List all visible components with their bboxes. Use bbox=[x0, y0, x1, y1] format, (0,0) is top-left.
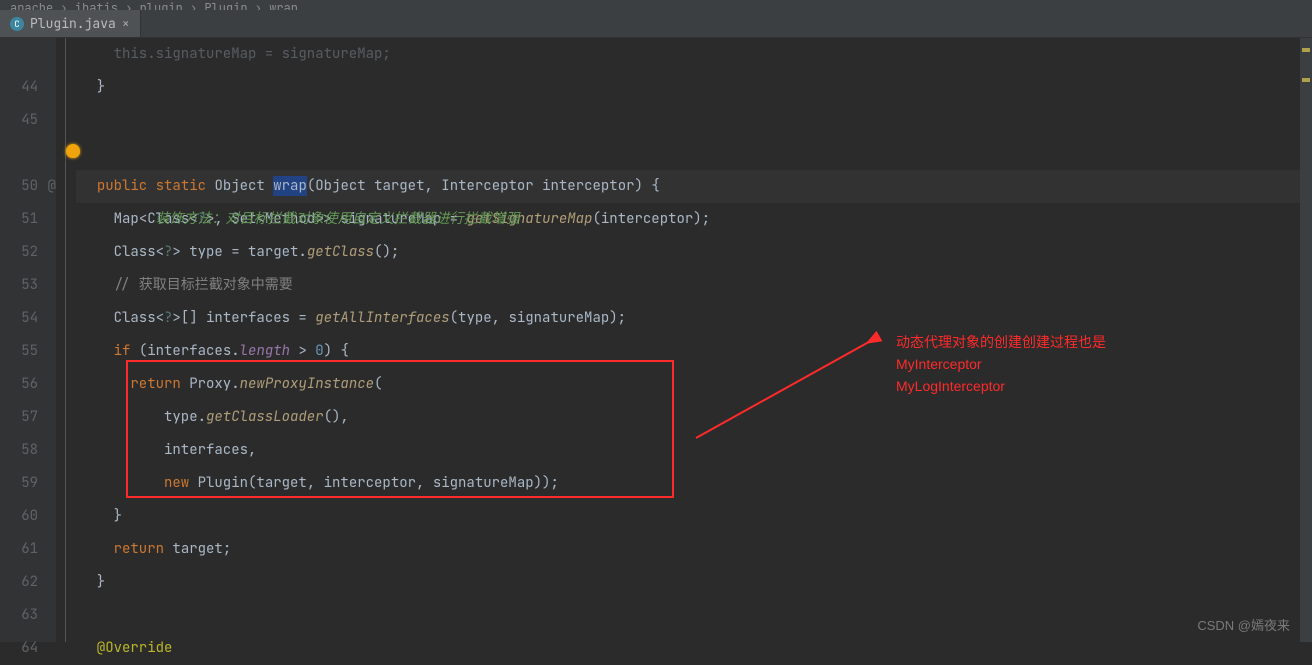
fold-column[interactable] bbox=[56, 38, 76, 642]
tab-label: Plugin.java bbox=[30, 15, 116, 32]
code-line[interactable]: return target; bbox=[76, 533, 1312, 566]
code-line[interactable]: public static Object wrap(Object target,… bbox=[76, 170, 1312, 203]
line-number: 44 bbox=[0, 71, 38, 104]
warning-stripe[interactable] bbox=[1302, 78, 1310, 82]
close-icon[interactable]: × bbox=[122, 15, 130, 32]
line-number: 52 bbox=[0, 236, 38, 269]
line-number: 45 bbox=[0, 104, 38, 137]
code-line[interactable]: } bbox=[76, 566, 1312, 599]
editor[interactable]: 44 45 50@ 51 52 53 54 55 56 57 58 59 60 … bbox=[0, 38, 1312, 642]
line-number: 64 bbox=[0, 632, 38, 665]
line-number: 63 bbox=[0, 599, 38, 632]
line-number: 61 bbox=[0, 533, 38, 566]
line-number: 55 bbox=[0, 335, 38, 368]
line-number: 51 bbox=[0, 203, 38, 236]
annotation-text: 动态代理对象的创建创建过程也是 MyInterceptor MyLogInter… bbox=[896, 331, 1106, 397]
breadcrumb: apache › ibatis › plugin › Plugin › wrap bbox=[0, 0, 1312, 10]
line-number: 60 bbox=[0, 500, 38, 533]
code-line[interactable]: } bbox=[76, 500, 1312, 533]
breadcrumb-path[interactable]: apache › ibatis › plugin › Plugin › wrap bbox=[10, 0, 298, 10]
code-line[interactable] bbox=[76, 104, 1312, 137]
watermark: CSDN @嫣夜来 bbox=[1197, 615, 1290, 634]
tab-plugin-java[interactable]: C Plugin.java × bbox=[0, 10, 141, 37]
warning-stripe[interactable] bbox=[1302, 48, 1310, 52]
code-line[interactable]: type.getClassLoader(), bbox=[76, 401, 1312, 434]
code-line[interactable]: } bbox=[76, 71, 1312, 104]
line-number: 57 bbox=[0, 401, 38, 434]
intention-bulb-icon[interactable] bbox=[66, 144, 80, 158]
line-number bbox=[0, 38, 38, 71]
line-number: 58 bbox=[0, 434, 38, 467]
line-number: 56 bbox=[0, 368, 38, 401]
override-gutter-icon[interactable]: @ bbox=[48, 170, 56, 203]
code-line[interactable]: new Plugin(target, interceptor, signatur… bbox=[76, 467, 1312, 500]
code-line[interactable]: return Proxy.newProxyInstance( bbox=[76, 368, 1312, 401]
line-number: 59 bbox=[0, 467, 38, 500]
gutter: 44 45 50@ 51 52 53 54 55 56 57 58 59 60 … bbox=[0, 38, 56, 642]
code-line[interactable]: interfaces, bbox=[76, 434, 1312, 467]
code-area[interactable]: this.signatureMap = signatureMap; } 装饰方法… bbox=[76, 38, 1312, 642]
code-line[interactable]: @Override bbox=[76, 632, 1312, 665]
line-number: 54 bbox=[0, 302, 38, 335]
code-line[interactable]: Class<?>[] interfaces = getAllInterfaces… bbox=[76, 302, 1312, 335]
code-line[interactable] bbox=[76, 599, 1312, 632]
code-line[interactable]: if (interfaces.length > 0) { bbox=[76, 335, 1312, 368]
code-line[interactable]: Class<?> type = target.getClass(); bbox=[76, 236, 1312, 269]
scrollbar[interactable] bbox=[1300, 38, 1312, 642]
line-number: 50@ bbox=[0, 170, 38, 203]
code-line[interactable]: this.signatureMap = signatureMap; bbox=[76, 38, 1312, 71]
java-class-icon: C bbox=[10, 17, 24, 31]
tab-bar: C Plugin.java × bbox=[0, 10, 1312, 38]
line-number bbox=[0, 137, 38, 170]
code-doc-line[interactable]: 装饰方法：对目标拦截对象使用自定义拦截器进行拦截增强 bbox=[76, 137, 1312, 170]
line-number: 53 bbox=[0, 269, 38, 302]
line-number: 62 bbox=[0, 566, 38, 599]
code-line[interactable]: // 获取目标拦截对象中需要 bbox=[76, 269, 1312, 302]
